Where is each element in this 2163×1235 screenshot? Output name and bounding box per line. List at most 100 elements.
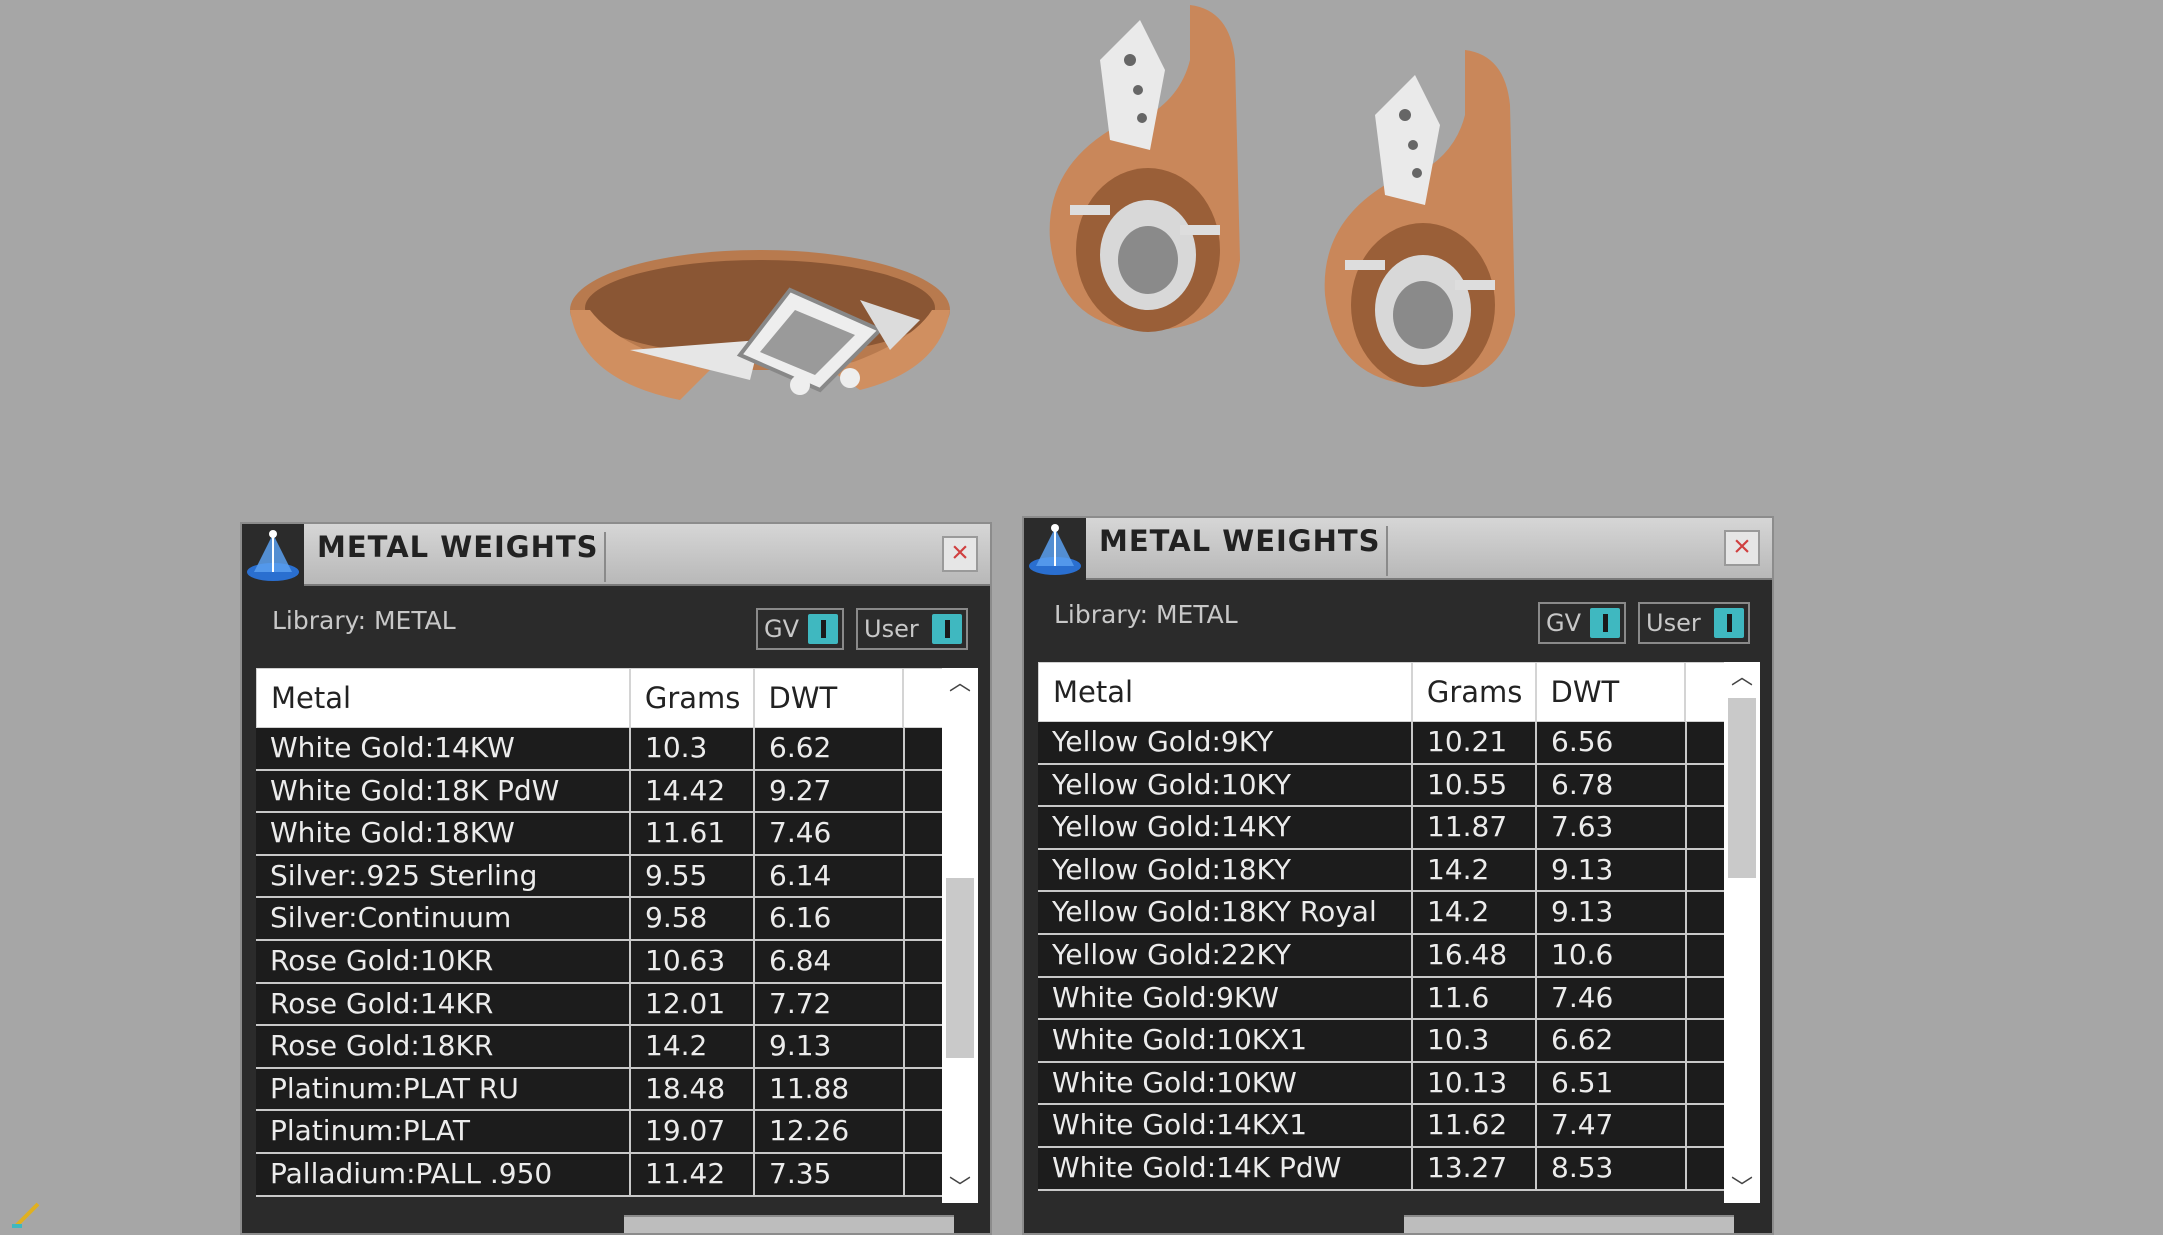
panel-titlebar[interactable]: METAL WEIGHTS × <box>242 524 990 586</box>
close-icon: × <box>951 536 969 569</box>
table-row[interactable]: Yellow Gold:10KY 10.55 6.78 <box>1038 764 1728 808</box>
ring-model[interactable] <box>560 230 960 430</box>
cell-dwt: 6.78 <box>1537 764 1687 806</box>
earring-model-2[interactable] <box>1305 45 1545 405</box>
table-row[interactable]: Rose Gold:10KR 10.63 6.84 <box>256 940 946 984</box>
cell-dwt: 7.63 <box>1537 807 1687 848</box>
cell-grams: 12.01 <box>631 983 755 1025</box>
table-row[interactable]: White Gold:10KW 10.13 6.51 <box>1038 1062 1728 1106</box>
gv-toggle[interactable]: GV <box>756 608 844 650</box>
user-toggle[interactable]: User <box>856 608 968 650</box>
scroll-thumb[interactable] <box>1728 698 1756 878</box>
cell-grams: 11.87 <box>1413 807 1537 848</box>
cell-spacer <box>905 1111 946 1152</box>
cell-dwt: 11.88 <box>755 1068 905 1110</box>
axis-gizmo-icon <box>12 1202 40 1228</box>
scale-icon <box>1024 518 1086 580</box>
table-row[interactable]: Silver:.925 Sterling 9.55 6.14 <box>256 855 946 899</box>
cell-dwt: 7.46 <box>1537 977 1687 1019</box>
table-row[interactable]: Rose Gold:18KR 14.2 9.13 <box>256 1026 946 1069</box>
chevron-up-icon[interactable]: ︿ <box>1724 662 1760 692</box>
table-row[interactable]: White Gold:18K PdW 14.42 9.27 <box>256 770 946 814</box>
chevron-down-icon[interactable]: ﹀ <box>942 1173 978 1203</box>
table-row[interactable]: Yellow Gold:18KY Royal 14.2 9.13 <box>1038 892 1728 935</box>
cell-grams: 14.2 <box>1413 849 1537 891</box>
cell-metal: Yellow Gold:18KY <box>1038 849 1413 891</box>
cell-grams: 19.07 <box>631 1111 755 1152</box>
table-row[interactable]: Yellow Gold:22KY 16.48 10.6 <box>1038 934 1728 978</box>
library-label: Library: METAL <box>1054 600 1238 629</box>
cell-metal: Yellow Gold:14KY <box>1038 807 1413 848</box>
column-header-grams[interactable]: Grams <box>1413 663 1537 721</box>
cell-spacer <box>905 940 946 982</box>
chevron-down-icon[interactable]: ﹀ <box>1724 1173 1760 1203</box>
table-row[interactable]: Silver:Continuum 9.58 6.16 <box>256 898 946 941</box>
object-material-field[interactable] <box>624 1215 954 1233</box>
cell-metal: Yellow Gold:9KY <box>1038 722 1413 763</box>
cell-metal: White Gold:18K PdW <box>256 770 631 812</box>
scroll-thumb[interactable] <box>946 878 974 1058</box>
table-row[interactable]: White Gold:14KW 10.3 6.62 <box>256 728 946 771</box>
cell-spacer <box>1687 934 1728 976</box>
cell-grams: 16.48 <box>1413 934 1537 976</box>
gv-toggle[interactable]: GV <box>1538 602 1626 644</box>
table-row[interactable]: Rose Gold:14KR 12.01 7.72 <box>256 983 946 1027</box>
table-row[interactable]: White Gold:14K PdW 13.27 8.53 <box>1038 1147 1728 1191</box>
table-row[interactable]: White Gold:9KW 11.6 7.46 <box>1038 977 1728 1021</box>
vertical-scrollbar[interactable]: ︿ ﹀ <box>942 668 978 1203</box>
metal-weights-panel-right: METAL WEIGHTS × Library: METAL GV User M… <box>1022 516 1774 1235</box>
cell-metal: Silver:.925 Sterling <box>256 855 631 897</box>
cell-dwt: 6.62 <box>755 728 905 769</box>
library-label: Library: METAL <box>272 606 456 635</box>
user-toggle[interactable]: User <box>1638 602 1750 644</box>
panel-title: METAL WEIGHTS <box>1099 524 1381 558</box>
table-row[interactable]: Platinum:PLAT RU 18.48 11.88 <box>256 1068 946 1112</box>
cell-metal: Yellow Gold:10KY <box>1038 764 1413 806</box>
table-row[interactable]: Platinum:PLAT 19.07 12.26 <box>256 1111 946 1154</box>
cell-dwt: 6.16 <box>755 898 905 939</box>
column-header-dwt[interactable]: DWT <box>1537 663 1687 721</box>
column-header-metal[interactable]: Metal <box>1039 663 1413 721</box>
library-row: Library: METAL GV User <box>1024 580 1772 660</box>
table-row[interactable]: Yellow Gold:9KY 10.21 6.56 <box>1038 722 1728 765</box>
chevron-up-icon[interactable]: ︿ <box>942 668 978 698</box>
cell-spacer <box>905 770 946 812</box>
cell-spacer <box>1687 1062 1728 1104</box>
cell-spacer <box>905 1068 946 1110</box>
column-header-grams[interactable]: Grams <box>631 669 755 727</box>
toggle-knob <box>808 614 838 644</box>
panel-title: METAL WEIGHTS <box>317 530 599 564</box>
vertical-scrollbar[interactable]: ︿ ﹀ <box>1724 662 1760 1203</box>
user-toggle-label: User <box>1646 609 1701 637</box>
cell-metal: Platinum:PLAT RU <box>256 1068 631 1110</box>
column-header-metal[interactable]: Metal <box>257 669 631 727</box>
close-button[interactable]: × <box>1724 530 1760 566</box>
table-row[interactable]: Palladium:PALL .950 11.42 7.35 <box>256 1153 946 1197</box>
gv-toggle-label: GV <box>1546 609 1582 637</box>
cell-grams: 9.55 <box>631 855 755 897</box>
cell-metal: Palladium:PALL .950 <box>256 1153 631 1195</box>
cell-dwt: 7.46 <box>755 813 905 854</box>
cell-metal: White Gold:14KX1 <box>1038 1105 1413 1146</box>
cell-grams: 11.62 <box>1413 1105 1537 1146</box>
cell-dwt: 7.35 <box>755 1153 905 1195</box>
cell-spacer <box>905 813 946 854</box>
table-row[interactable]: White Gold:18KW 11.61 7.46 <box>256 813 946 856</box>
cell-metal: White Gold:14K PdW <box>1038 1147 1413 1189</box>
earring-model-1[interactable] <box>1030 0 1270 350</box>
cell-metal: Silver:Continuum <box>256 898 631 939</box>
cell-grams: 10.55 <box>1413 764 1537 806</box>
object-material-field[interactable] <box>1404 1215 1734 1233</box>
table-row[interactable]: White Gold:10KX1 10.3 6.62 <box>1038 1020 1728 1063</box>
cell-dwt: 8.53 <box>1537 1147 1687 1189</box>
close-button[interactable]: × <box>942 536 978 572</box>
column-header-dwt[interactable]: DWT <box>755 669 905 727</box>
table-body: White Gold:14KW 10.3 6.62 White Gold:18K Pd… <box>256 728 946 1197</box>
panel-titlebar[interactable]: METAL WEIGHTS × <box>1024 518 1772 580</box>
3d-viewport[interactable]: METAL WEIGHTS × Library: METAL GV User M… <box>0 0 2163 1235</box>
cell-spacer <box>1687 722 1728 763</box>
table-row[interactable]: Yellow Gold:18KY 14.2 9.13 <box>1038 849 1728 893</box>
table-row[interactable]: White Gold:14KX1 11.62 7.47 <box>1038 1105 1728 1148</box>
cell-spacer <box>1687 1020 1728 1061</box>
table-row[interactable]: Yellow Gold:14KY 11.87 7.63 <box>1038 807 1728 850</box>
